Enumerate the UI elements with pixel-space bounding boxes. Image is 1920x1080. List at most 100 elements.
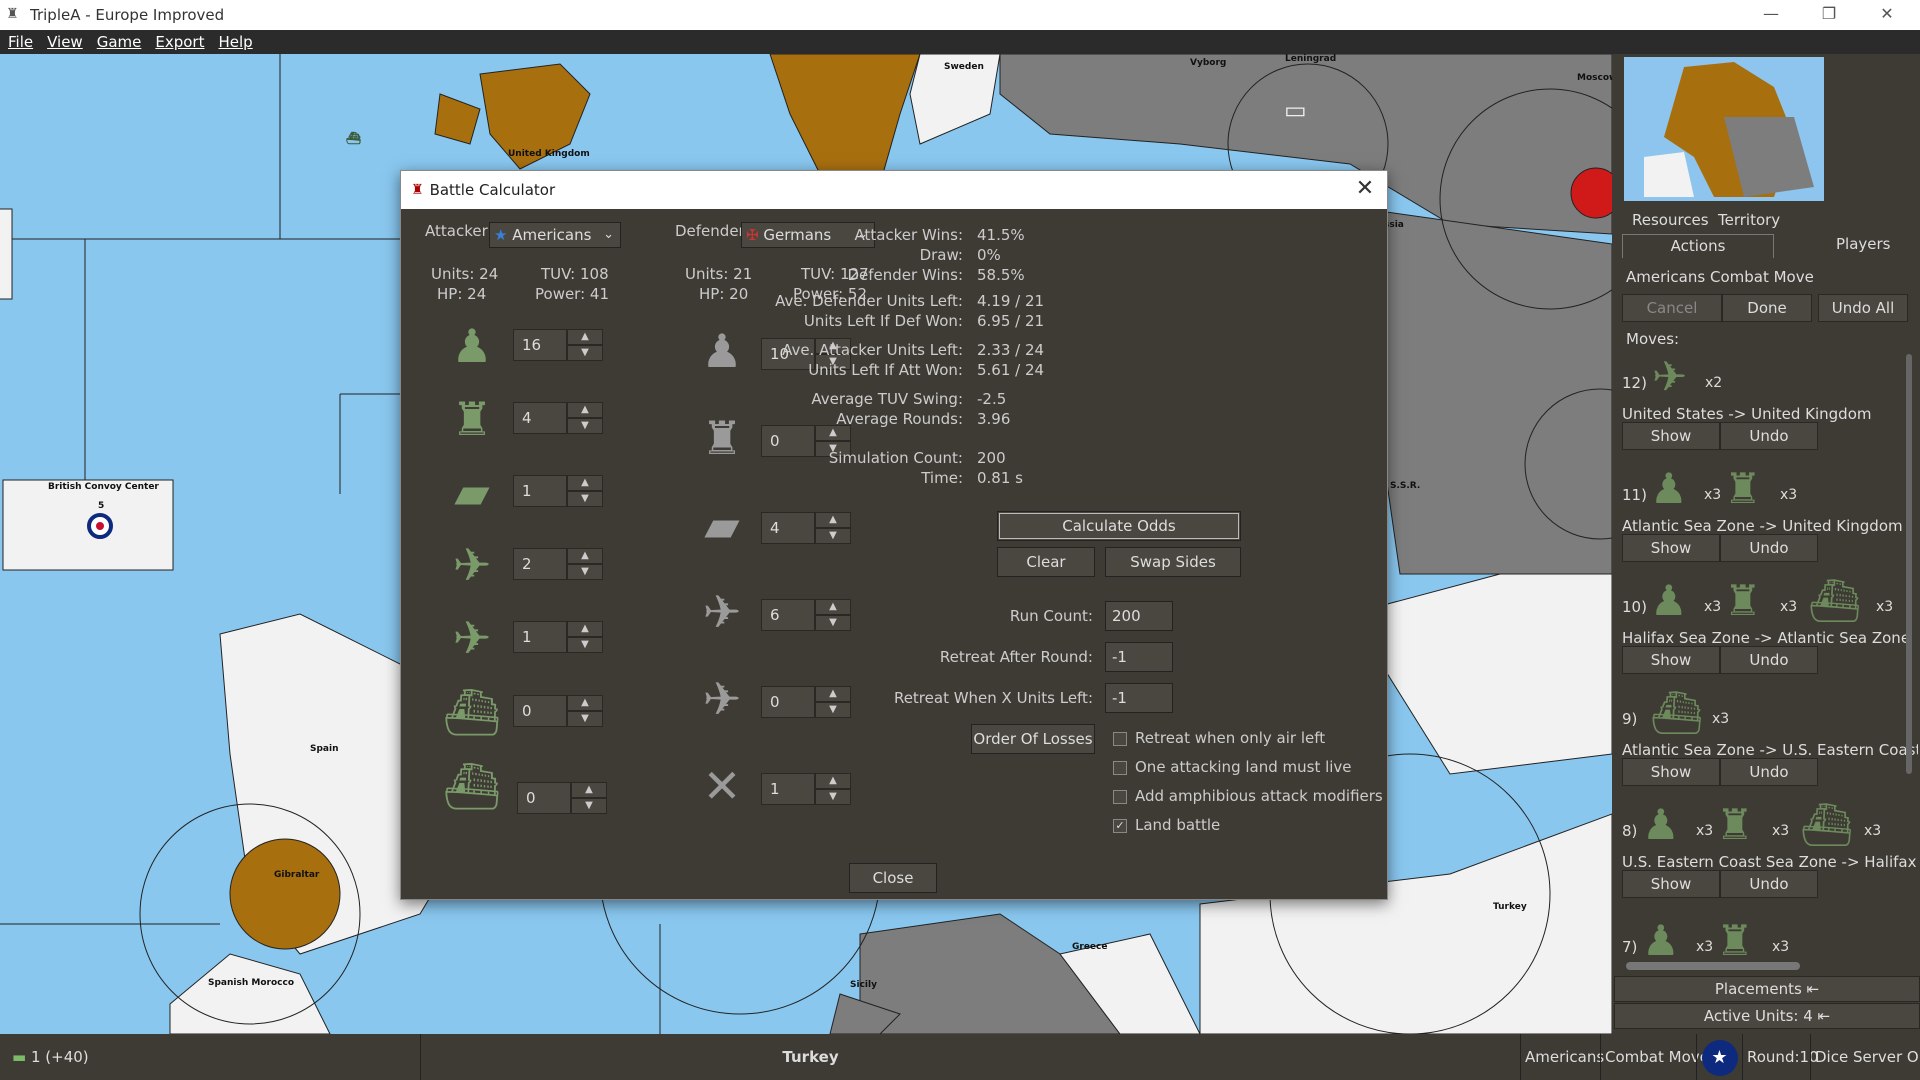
dialog-title: Battle Calculator [429,181,556,199]
undo-all-button[interactable]: Undo All [1818,294,1908,322]
retreat-round-input[interactable]: -1 [1105,642,1173,672]
stepper-down-icon[interactable]: ▼ [571,798,607,814]
moves-vertical-scrollbar[interactable] [1906,354,1912,774]
undo-button[interactable]: Undo [1720,422,1818,450]
ave-att-units-value: 2.33 / 24 [977,341,1045,359]
defender-fighter-stepper[interactable]: 6 ▲ ▼ [761,599,851,631]
stepper-value[interactable]: 0 [761,425,815,457]
undo-button[interactable]: Undo [1720,758,1818,786]
undo-button[interactable]: Undo [1720,534,1818,562]
attacker-select[interactable]: ★ Americans ⌄ [489,222,621,248]
show-button[interactable]: Show [1622,870,1720,898]
placements-toggle[interactable]: Placements ⇤ [1614,976,1920,1002]
attacker-destroyer-stepper[interactable]: 0 ▲ ▼ [513,695,603,727]
menu-game[interactable]: Game [97,33,142,51]
close-button[interactable]: Close [849,863,937,893]
retreat-units-input[interactable]: -1 [1105,683,1173,713]
stepper-down-icon[interactable]: ▼ [815,702,851,718]
stepper-down-icon[interactable]: ▼ [815,615,851,631]
clear-button[interactable]: Clear [997,547,1095,577]
stepper-up-icon[interactable]: ▲ [571,782,607,798]
minimap[interactable] [1624,57,1824,201]
stepper-up-icon[interactable]: ▲ [815,686,851,702]
menu-view[interactable]: View [47,33,83,51]
stepper-up-icon[interactable]: ▲ [567,402,603,418]
factory-icon[interactable]: ▭ [1284,96,1307,124]
attacker-artillery-stepper[interactable]: 4 ▲ ▼ [513,402,603,434]
stepper-up-icon[interactable]: ▲ [567,548,603,564]
stepper-value[interactable]: 16 [513,329,567,361]
stepper-down-icon[interactable]: ▼ [567,637,603,653]
show-button[interactable]: Show [1622,758,1720,786]
stepper-down-icon[interactable]: ▼ [567,491,603,507]
stepper-down-icon[interactable]: ▼ [815,528,851,544]
tab-players[interactable]: Players [1836,235,1891,253]
tab-resources[interactable]: Resources [1632,211,1709,229]
cancel-button[interactable]: Cancel [1622,294,1722,322]
pu-icon: ▬ [12,1048,27,1066]
defender-aa-stepper[interactable]: 1 ▲ ▼ [761,773,851,805]
retreat-units-label: Retreat When X Units Left: [893,689,1093,707]
stepper-value[interactable]: 0 [513,695,567,727]
stepper-up-icon[interactable]: ▲ [567,695,603,711]
undo-button[interactable]: Undo [1720,870,1818,898]
stepper-up-icon[interactable]: ▲ [815,773,851,789]
stepper-down-icon[interactable]: ▼ [567,564,603,580]
stepper-value[interactable]: 2 [513,548,567,580]
stepper-down-icon[interactable]: ▼ [567,711,603,727]
show-button[interactable]: Show [1622,534,1720,562]
stepper-value[interactable]: 4 [761,512,815,544]
attacker-infantry-stepper[interactable]: 16 ▲ ▼ [513,329,603,361]
show-button[interactable]: Show [1622,646,1720,674]
stepper-down-icon[interactable]: ▼ [567,418,603,434]
american-fighter-icon: ✈ [452,538,492,592]
attacker-fighter-stepper[interactable]: 2 ▲ ▼ [513,548,603,580]
stepper-up-icon[interactable]: ▲ [567,475,603,491]
done-button[interactable]: Done [1722,294,1812,322]
calculate-odds-button[interactable]: Calculate Odds [997,511,1241,541]
stepper-up-icon[interactable]: ▲ [567,329,603,345]
moves-scrollbar[interactable] [1626,962,1800,970]
dialog-close-icon[interactable]: ✕ [1351,175,1379,203]
unit-count: x3 [1876,599,1894,615]
window-close-button[interactable]: ✕ [1858,0,1916,30]
us-flag-icon: ★ [494,226,508,244]
stepper-value[interactable]: 1 [761,773,815,805]
artillery-unit-icon: ♜ [1724,576,1762,625]
one-land-live-checkbox[interactable] [1113,761,1127,775]
menu-export[interactable]: Export [155,33,204,51]
undo-button[interactable]: Undo [1720,646,1818,674]
stepper-value[interactable]: 1 [513,475,567,507]
land-battle-checkbox[interactable]: ✓ [1113,819,1127,833]
stepper-value[interactable]: 4 [513,402,567,434]
stepper-value[interactable]: 1 [513,621,567,653]
menu-help[interactable]: Help [218,33,252,51]
tab-territory[interactable]: Territory [1718,211,1780,229]
territory-status: Turkey [420,1034,1200,1080]
stepper-value[interactable]: 0 [517,782,571,814]
swap-sides-button[interactable]: Swap Sides [1105,547,1241,577]
order-of-losses-button[interactable]: Order Of Losses [971,724,1095,754]
attacker-tank-stepper[interactable]: 1 ▲ ▼ [513,475,603,507]
run-count-input[interactable]: 200 [1105,601,1173,631]
stepper-down-icon[interactable]: ▼ [567,345,603,361]
stepper-up-icon[interactable]: ▲ [815,512,851,528]
tab-actions[interactable]: Actions [1622,234,1774,258]
defender-bomber-stepper[interactable]: 0 ▲ ▼ [761,686,851,718]
active-units-toggle[interactable]: Active Units: 4 ⇤ [1614,1003,1920,1029]
stepper-up-icon[interactable]: ▲ [567,621,603,637]
stepper-value[interactable]: 0 [761,686,815,718]
defender-tank-stepper[interactable]: 4 ▲ ▼ [761,512,851,544]
retreat-air-checkbox[interactable] [1113,732,1127,746]
amphibious-checkbox[interactable] [1113,790,1127,804]
stepper-value[interactable]: 6 [761,599,815,631]
ship-unit-icon[interactable]: ⛴ [346,131,361,145]
minimize-button[interactable]: — [1742,0,1800,30]
attacker-battleship-stepper[interactable]: 0 ▲ ▼ [517,782,607,814]
attacker-bomber-stepper[interactable]: 1 ▲ ▼ [513,621,603,653]
menu-file[interactable]: File [8,33,33,51]
stepper-down-icon[interactable]: ▼ [815,789,851,805]
show-button[interactable]: Show [1622,422,1720,450]
stepper-up-icon[interactable]: ▲ [815,599,851,615]
restore-button[interactable]: ❐ [1800,0,1858,30]
